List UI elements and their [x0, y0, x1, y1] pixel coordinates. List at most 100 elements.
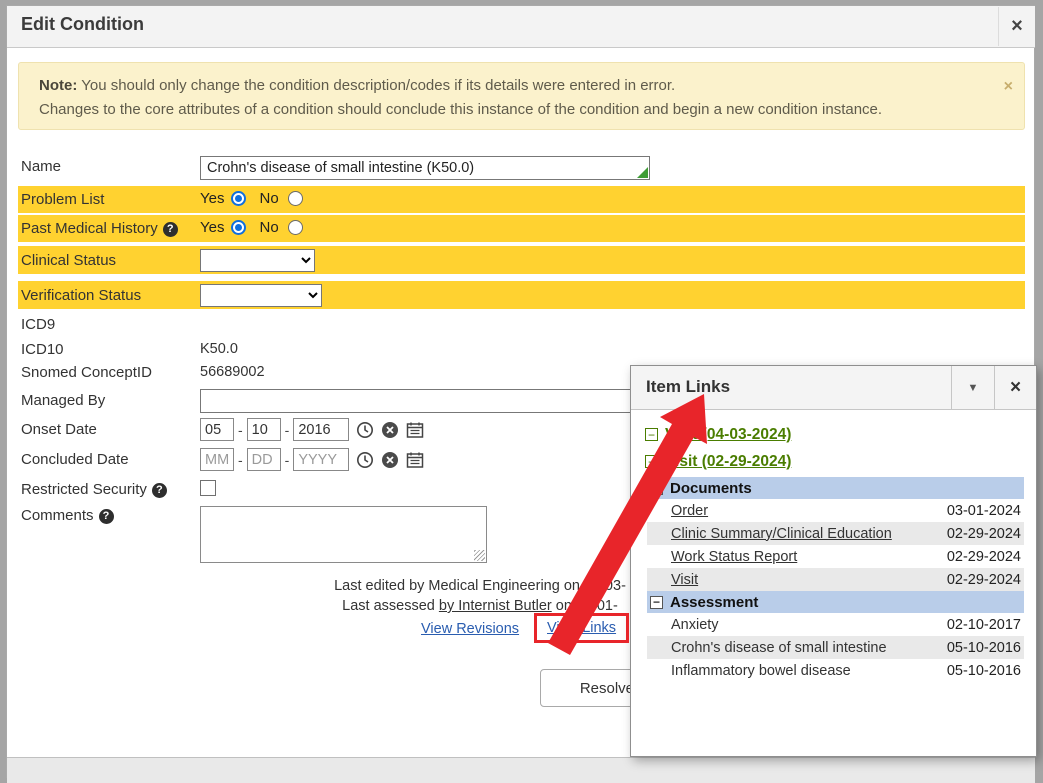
icd10-value: K50.0 — [200, 341, 238, 357]
note-line-1: Note: You should only change the conditi… — [39, 74, 1004, 98]
last-assessed-suffix: on 03-01- — [556, 598, 618, 614]
past-medical-history-label: Past Medical History? — [21, 220, 178, 237]
textarea-resize-grip[interactable] — [474, 550, 485, 561]
list-item: Inflammatory bowel disease 05-10-2016 — [647, 659, 1024, 682]
date-separator: - — [238, 452, 243, 468]
dialog-close-icon[interactable]: × — [998, 7, 1035, 46]
calendar-icon[interactable] — [406, 421, 424, 439]
onset-year-input[interactable] — [293, 418, 349, 441]
assessment-item: Crohn's disease of small intestine — [671, 640, 887, 656]
onset-day-input[interactable] — [247, 418, 281, 441]
concluded-month-input[interactable] — [200, 448, 234, 471]
view-links-link[interactable]: View Links — [547, 620, 616, 636]
managed-by-label: Managed By — [21, 392, 105, 409]
collapse-icon[interactable]: − — [645, 455, 658, 468]
concluded-year-input[interactable] — [293, 448, 349, 471]
popup-close-icon[interactable]: × — [994, 366, 1036, 409]
collapse-icon[interactable]: − — [650, 596, 663, 609]
concluded-day-input[interactable] — [247, 448, 281, 471]
date-separator: - — [285, 452, 290, 468]
name-label: Name — [21, 158, 61, 175]
clear-date-icon[interactable] — [381, 451, 399, 469]
problem-list-no-radio[interactable] — [288, 191, 303, 206]
item-links-header: Item Links ▼ × — [631, 366, 1036, 410]
item-date: 02-29-2024 — [947, 572, 1021, 588]
visit-link[interactable]: Visit (02-29-2024) — [665, 453, 791, 471]
visit-link[interactable]: Visit (04-03-2024) — [665, 426, 791, 444]
restricted-security-label-text: Restricted Security — [21, 481, 147, 498]
document-link[interactable]: Order — [671, 503, 708, 519]
restricted-security-label: Restricted Security? — [21, 481, 167, 498]
visit-row: − Visit (04-03-2024) — [643, 423, 1024, 446]
item-links-body: − Visit (04-03-2024) − Visit (02-29-2024… — [631, 410, 1036, 682]
calendar-icon[interactable] — [406, 451, 424, 469]
list-item: Work Status Report 02-29-2024 — [647, 545, 1024, 568]
document-link[interactable]: Work Status Report — [671, 549, 797, 565]
item-links-title: Item Links — [646, 377, 730, 397]
comments-textarea[interactable] — [200, 506, 487, 563]
clinical-status-label: Clinical Status — [21, 252, 116, 269]
icd9-label: ICD9 — [21, 316, 55, 333]
assessment-item: Anxiety — [671, 617, 719, 633]
item-date: 05-10-2016 — [947, 663, 1021, 679]
clear-date-icon[interactable] — [381, 421, 399, 439]
past-medical-history-label-text: Past Medical History — [21, 220, 158, 237]
item-date: 02-29-2024 — [947, 549, 1021, 565]
document-link[interactable]: Visit — [671, 572, 698, 588]
past-medical-history-radios: Yes No — [200, 219, 303, 236]
pmh-no-label: No — [259, 219, 278, 236]
note-text-1: You should only change the condition des… — [81, 77, 675, 94]
chevron-down-icon[interactable]: ▼ — [951, 366, 994, 409]
assessment-section-header[interactable]: − Assessment — [647, 591, 1024, 613]
documents-section-label: Documents — [670, 480, 752, 497]
managed-by-input[interactable] — [200, 389, 647, 413]
concluded-date-field: - - — [200, 448, 424, 471]
onset-month-input[interactable] — [200, 418, 234, 441]
item-date: 02-29-2024 — [947, 526, 1021, 542]
problem-list-yes-radio[interactable] — [231, 191, 246, 206]
collapse-icon[interactable]: − — [645, 428, 658, 441]
pmh-yes-label: Yes — [200, 219, 224, 236]
snomed-label: Snomed ConceptID — [21, 364, 152, 381]
document-link[interactable]: Clinic Summary/Clinical Education — [671, 526, 892, 542]
concluded-date-label: Concluded Date — [21, 451, 129, 468]
view-revisions-link[interactable]: View Revisions — [421, 621, 519, 637]
pmh-no-radio[interactable] — [288, 220, 303, 235]
problem-list-radios: Yes No — [200, 190, 303, 207]
onset-date-field: - - — [200, 418, 424, 441]
clinical-status-select[interactable] — [200, 249, 315, 272]
clinical-status-row-highlight — [18, 246, 1025, 274]
note-dismiss-icon[interactable]: × — [1004, 78, 1013, 96]
documents-section-header[interactable]: − Documents — [647, 477, 1024, 499]
assessment-section-label: Assessment — [670, 594, 758, 611]
problem-list-label: Problem List — [21, 191, 104, 208]
pmh-yes-radio[interactable] — [231, 220, 246, 235]
comments-label-text: Comments — [21, 507, 94, 524]
visit-row: − Visit (02-29-2024) — [643, 450, 1024, 473]
problem-list-no-label: No — [259, 190, 278, 207]
note-line-2: Changes to the core attributes of a cond… — [39, 98, 1004, 122]
list-item: Visit 02-29-2024 — [647, 568, 1024, 591]
input-resize-grip[interactable] — [637, 167, 648, 178]
item-date: 03-01-2024 — [947, 503, 1021, 519]
date-separator: - — [285, 422, 290, 438]
collapse-icon[interactable]: − — [650, 482, 663, 495]
restricted-security-checkbox[interactable] — [200, 480, 216, 496]
last-assessed-prefix: Last assessed — [342, 598, 435, 614]
item-date: 05-10-2016 — [947, 640, 1021, 656]
list-item: Order 03-01-2024 — [647, 499, 1024, 522]
help-icon[interactable]: ? — [99, 509, 114, 524]
list-item: Crohn's disease of small intestine 05-10… — [647, 636, 1024, 659]
assessed-by-link[interactable]: by Internist Butler — [439, 598, 552, 614]
verification-status-label: Verification Status — [21, 287, 141, 304]
help-icon[interactable]: ? — [163, 222, 178, 237]
help-icon[interactable]: ? — [152, 483, 167, 498]
dialog-footer — [7, 757, 1035, 783]
name-input[interactable] — [200, 156, 650, 180]
clock-icon[interactable] — [356, 421, 374, 439]
icd10-label: ICD10 — [21, 341, 64, 358]
list-item: Clinic Summary/Clinical Education 02-29-… — [647, 522, 1024, 545]
clock-icon[interactable] — [356, 451, 374, 469]
verification-status-select[interactable] — [200, 284, 322, 307]
verification-status-row-highlight — [18, 281, 1025, 309]
